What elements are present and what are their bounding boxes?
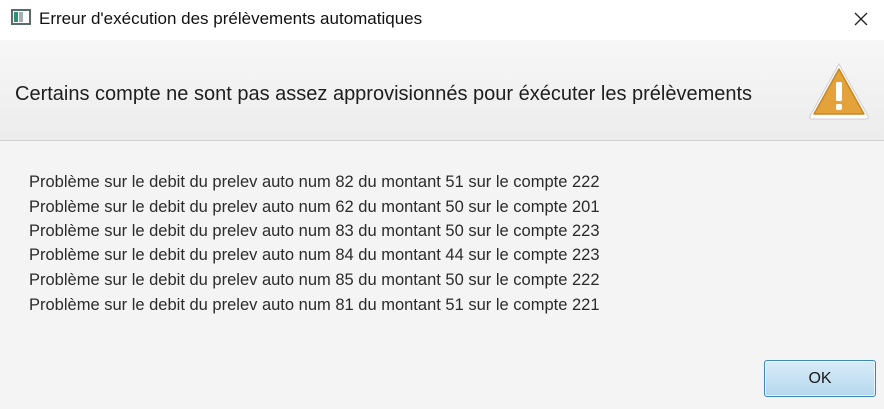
message-line: Problème sur le debit du prelev auto num… [29,198,600,216]
window-title: Erreur d'exécution des prélèvements auto… [39,9,423,28]
message-line: Problème sur le debit du prelev auto num… [29,246,600,264]
message-area: Problème sur le debit du prelev auto num… [0,142,884,342]
app-icon [11,9,31,25]
message-line: Problème sur le debit du prelev auto num… [29,296,600,314]
alert-dialog: Erreur d'exécution des prélèvements auto… [0,0,884,409]
header-text: Certains compte ne sont pas assez approv… [15,83,753,105]
dialog-header: Certains compte ne sont pas assez approv… [0,40,884,141]
ok-button[interactable]: OK [764,360,876,397]
message-line: Problème sur le debit du prelev auto num… [29,271,600,289]
close-icon[interactable] [838,0,884,38]
message-line: Problème sur le debit du prelev auto num… [29,222,600,240]
warning-icon [806,60,872,122]
message-line: Problème sur le debit du prelev auto num… [29,173,600,191]
title-bar[interactable]: Erreur d'exécution des prélèvements auto… [0,0,884,40]
